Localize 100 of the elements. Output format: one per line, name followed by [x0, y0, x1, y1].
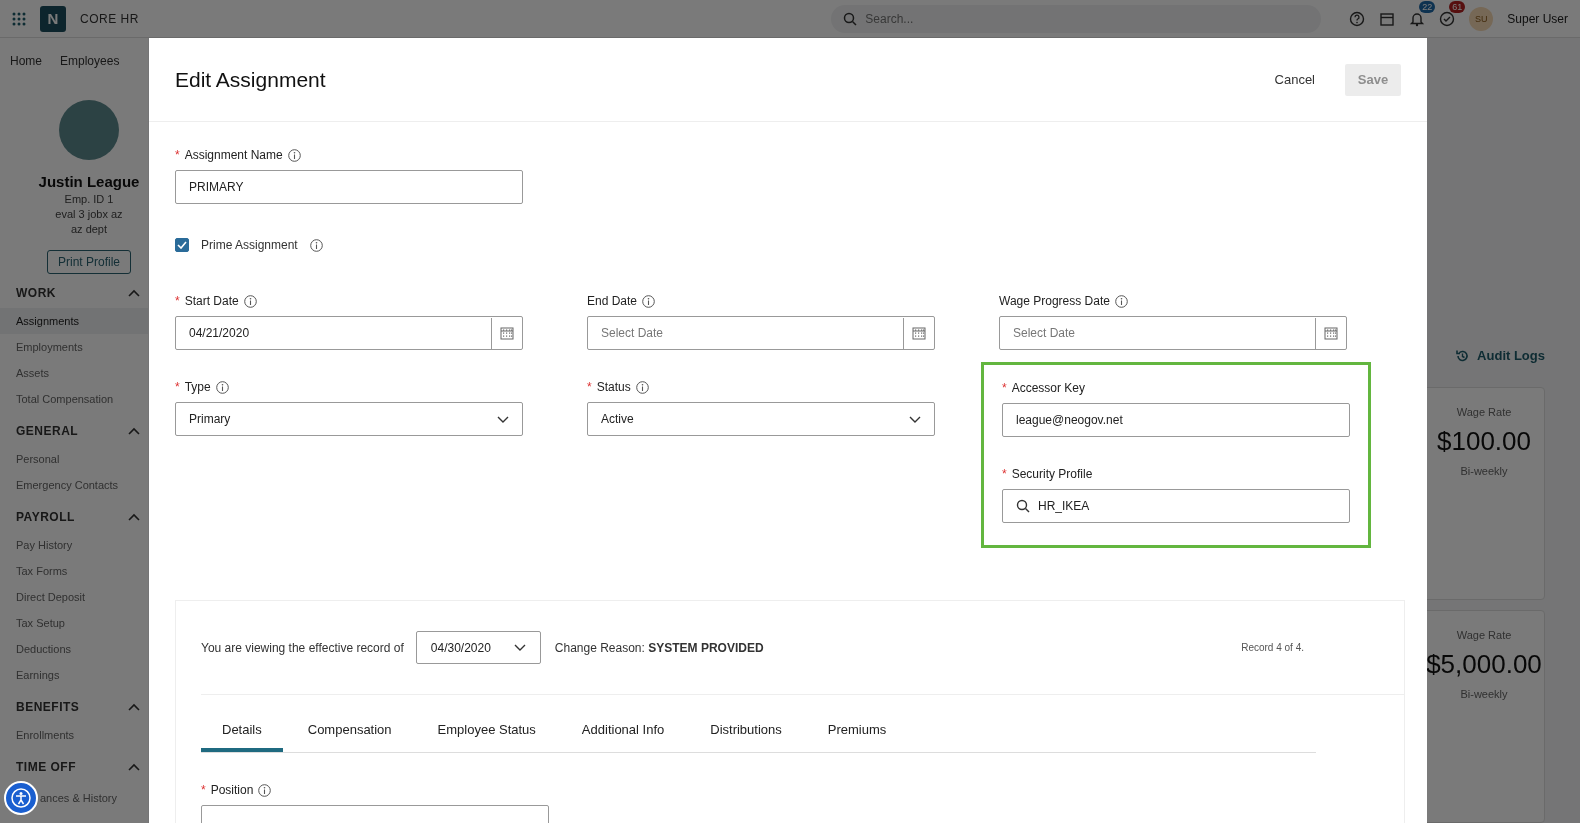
search-icon [843, 11, 858, 26]
info-icon[interactable] [215, 380, 229, 394]
required-asterisk: * [1002, 467, 1007, 481]
tab[interactable]: Distributions [689, 713, 803, 752]
wage-label: Wage Rate [1456, 406, 1512, 418]
nav-link[interactable]: Employees [60, 54, 120, 68]
section-title: WORK [16, 286, 56, 300]
search-field[interactable]: HR_IKEA [1002, 489, 1350, 523]
calendar-icon[interactable] [1324, 326, 1338, 340]
wage-label: Wage Rate [1456, 629, 1512, 641]
info-icon[interactable] [258, 783, 272, 797]
apps-grid-icon[interactable] [12, 11, 26, 26]
required-asterisk: * [201, 783, 206, 797]
dropdown[interactable]: Active [587, 402, 935, 436]
check-circle-icon[interactable] [1439, 10, 1456, 27]
wage-period: Bi-weekly [1460, 465, 1508, 477]
calendar-icon[interactable] [500, 326, 514, 340]
accessibility-icon [11, 788, 31, 808]
print-profile-button[interactable]: Print Profile [47, 250, 131, 274]
section-title: PAYROLL [16, 510, 75, 524]
info-icon[interactable] [287, 148, 301, 162]
checkbox[interactable] [175, 238, 189, 252]
tab[interactable]: Employee Status [416, 713, 557, 752]
section-title: GENERAL [16, 424, 79, 438]
wage-period: Bi-weekly [1460, 688, 1508, 700]
sidebar-item[interactable]: Emergency Contacts [0, 472, 148, 498]
user-name[interactable]: Super User [1507, 11, 1568, 26]
help-icon[interactable] [1349, 10, 1366, 27]
user-avatar[interactable]: SU [1469, 6, 1494, 31]
cancel-button[interactable]: Cancel [1266, 64, 1323, 95]
chevron-up-icon[interactable] [128, 513, 140, 521]
sidebar-item[interactable]: Assignments [0, 308, 148, 334]
count-badge: 22 [1419, 0, 1436, 13]
chevron-down-icon [909, 415, 921, 423]
chevron-up-icon[interactable] [128, 763, 140, 771]
search-bar[interactable]: Search... [831, 4, 1322, 33]
sidebar-item[interactable]: Total Compensation [0, 386, 148, 412]
field-label: Position [210, 783, 254, 797]
chevron-down-icon [513, 644, 526, 651]
sidebar-item[interactable]: Earnings [0, 662, 148, 688]
record-intro: You are viewing the effective record of [201, 640, 404, 655]
input-field[interactable]: PRIMARY [175, 170, 523, 204]
sidebar-item[interactable]: Deductions [0, 636, 148, 662]
audit-logs-link[interactable]: Audit Logs [1455, 348, 1545, 363]
calendar-icon[interactable] [912, 326, 926, 340]
employee-detail: Emp. ID 1 [64, 193, 114, 205]
info-icon[interactable] [243, 294, 257, 308]
nav-link[interactable]: Home [10, 54, 42, 68]
sidebar-item[interactable]: Tax Forms [0, 558, 148, 584]
count-badge: 61 [1449, 0, 1466, 13]
date-field[interactable]: Select Date [587, 316, 935, 350]
avatar-placeholder [59, 100, 119, 160]
info-icon[interactable] [1114, 294, 1128, 308]
employee-detail: az dept [70, 223, 108, 235]
date-field[interactable]: 04/21/2020 [175, 316, 523, 350]
tab[interactable]: Compensation [286, 713, 413, 752]
search-field[interactable]: Search... [863, 10, 1310, 27]
required-asterisk: * [587, 380, 592, 394]
change-reason: Change Reason: SYSTEM PROVIDED [554, 640, 765, 655]
bell-icon[interactable] [1409, 10, 1426, 27]
info-icon[interactable] [309, 238, 323, 252]
sidebar-item[interactable]: Tax Setup [0, 610, 148, 636]
section-title: TIME OFF [16, 760, 76, 774]
calendar-icon[interactable] [1379, 10, 1396, 27]
wage-amount: $100.00 [1437, 426, 1531, 457]
dropdown[interactable]: Primary [175, 402, 523, 436]
search-icon [1016, 499, 1030, 513]
sidebar-item[interactable]: Pay History [0, 532, 148, 558]
chevron-up-icon[interactable] [128, 703, 140, 711]
tab[interactable]: Premiums [806, 713, 908, 752]
chevron-up-icon[interactable] [128, 427, 140, 435]
chevron-down-icon [497, 415, 509, 423]
tab[interactable]: Details [201, 713, 283, 752]
required-asterisk: * [175, 380, 180, 394]
info-icon[interactable] [642, 294, 656, 308]
input-field[interactable]: league@neogov.net [1002, 403, 1350, 437]
required-asterisk: * [175, 294, 180, 308]
tab[interactable]: Additional Info [560, 713, 686, 752]
field-label: Status [596, 380, 631, 394]
sidebar-item[interactable]: Direct Deposit [0, 584, 148, 610]
field-label: Accessor Key [1011, 381, 1086, 395]
logo: N [40, 5, 66, 32]
sidebar-item[interactable]: Assets [0, 360, 148, 386]
app-name: CORE HR [80, 11, 139, 26]
field-label: End Date [587, 294, 638, 308]
chevron-up-icon[interactable] [128, 289, 140, 297]
sidebar-item[interactable]: Enrollments [0, 722, 148, 748]
field-label: Wage Progress Date [999, 294, 1110, 308]
dialog-title: Edit Assignment [175, 67, 327, 92]
sidebar-item[interactable]: Employments [0, 334, 148, 360]
field-label: Type [184, 380, 211, 394]
date-dropdown[interactable]: 04/30/2020 [415, 631, 541, 664]
required-asterisk: * [175, 148, 180, 162]
employee-name: Justin League [38, 173, 140, 190]
wage-amount: $5,000.00 [1426, 649, 1542, 680]
field-label: Security Profile [1011, 467, 1093, 481]
info-icon[interactable] [635, 380, 649, 394]
sidebar-item[interactable]: Personal [0, 446, 148, 472]
date-field[interactable]: Select Date [999, 316, 1347, 350]
employee-detail: eval 3 jobx az [55, 208, 123, 220]
